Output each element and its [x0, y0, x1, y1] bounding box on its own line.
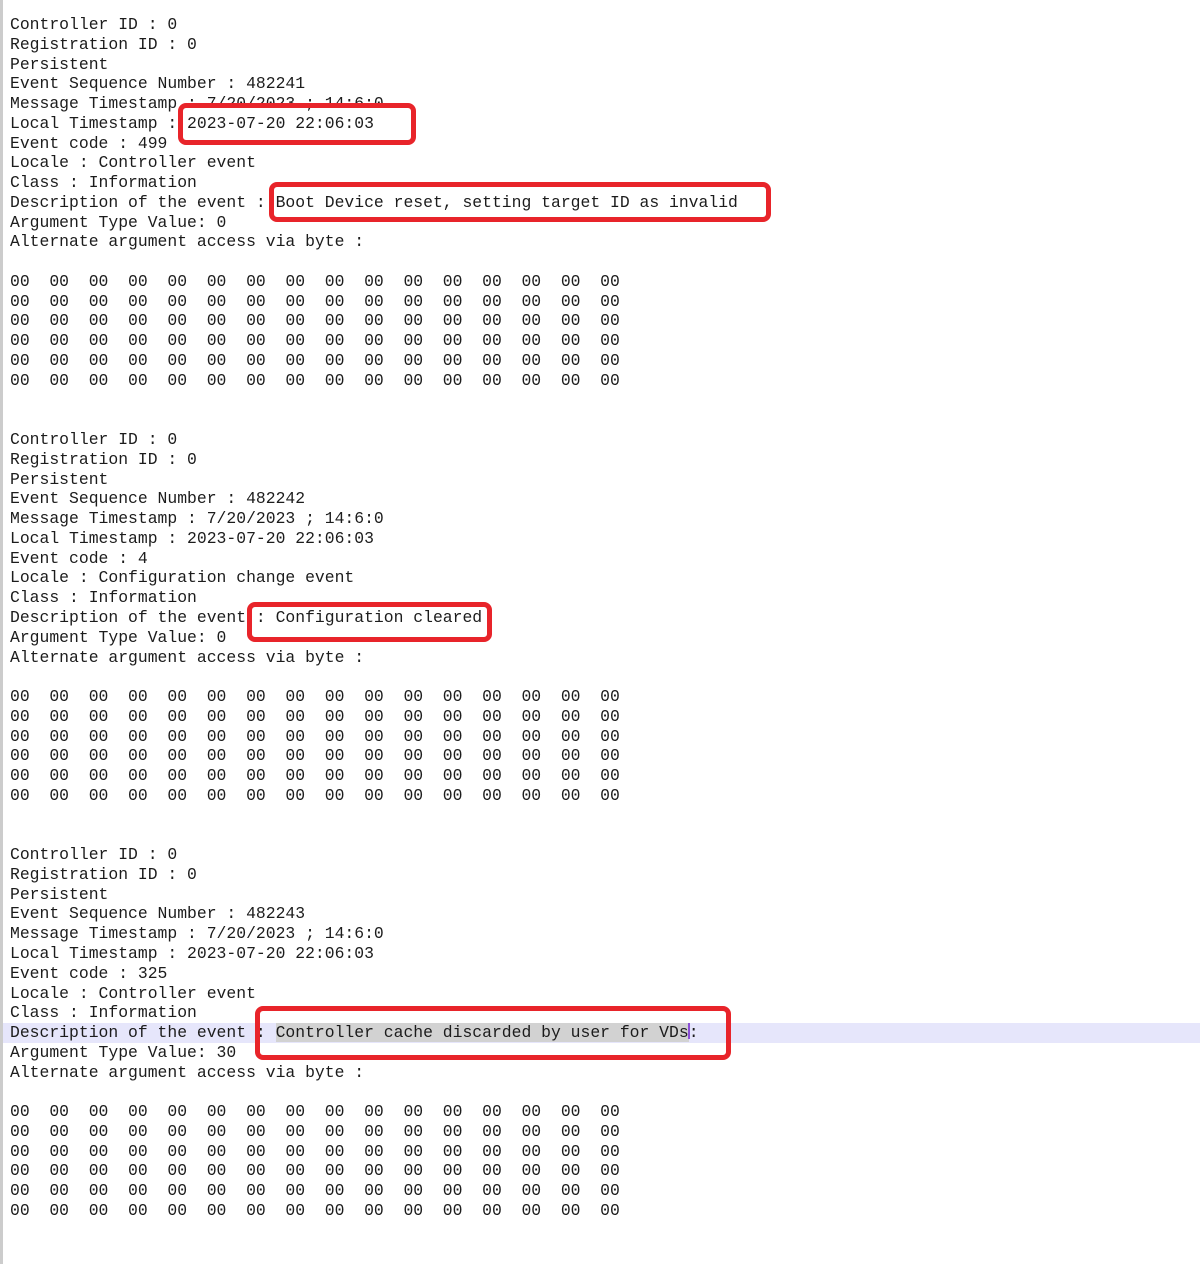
log-line: Argument Type Value: 0 — [3, 628, 1200, 648]
log-content: Controller ID : 0Registration ID : 0Pers… — [3, 15, 1200, 1260]
hex-row: 00 00 00 00 00 00 00 00 00 00 00 00 00 0… — [3, 292, 1200, 312]
log-line: Local Timestamp : 2023-07-20 22:06:03 — [3, 529, 1200, 549]
log-line: Class : Information — [3, 1003, 1200, 1023]
log-line: Registration ID : 0 — [3, 865, 1200, 885]
log-line: Persistent — [3, 470, 1200, 490]
hex-row: 00 00 00 00 00 00 00 00 00 00 00 00 00 0… — [3, 1181, 1200, 1201]
log-line: Controller ID : 0 — [3, 15, 1200, 35]
hex-row: 00 00 00 00 00 00 00 00 00 00 00 00 00 0… — [3, 1102, 1200, 1122]
log-line: Event code : 325 — [3, 964, 1200, 984]
hex-row: 00 00 00 00 00 00 00 00 00 00 00 00 00 0… — [3, 1161, 1200, 1181]
hex-row: 00 00 00 00 00 00 00 00 00 00 00 00 00 0… — [3, 331, 1200, 351]
blank-line — [3, 806, 1200, 826]
field-suffix: : — [689, 1023, 699, 1042]
hex-row: 00 00 00 00 00 00 00 00 00 00 00 00 00 0… — [3, 351, 1200, 371]
blank-line — [3, 1221, 1200, 1241]
selected-text[interactable]: Controller cache discarded by user for V… — [276, 1023, 689, 1042]
log-line: Message Timestamp : 7/20/2023 ; 14:6:0 — [3, 94, 1200, 114]
hex-row: 00 00 00 00 00 00 00 00 00 00 00 00 00 0… — [3, 272, 1200, 292]
log-line: Registration ID : 0 — [3, 450, 1200, 470]
log-line-highlighted: Description of the event : Controller ca… — [3, 1023, 1200, 1043]
blank-line — [3, 1240, 1200, 1260]
hex-row: 00 00 00 00 00 00 00 00 00 00 00 00 00 0… — [3, 727, 1200, 747]
log-line: Local Timestamp : 2023-07-20 22:06:03 — [3, 114, 1200, 134]
log-line: Event code : 4 — [3, 549, 1200, 569]
log-line: Class : Information — [3, 588, 1200, 608]
blank-line — [3, 391, 1200, 411]
hex-row: 00 00 00 00 00 00 00 00 00 00 00 00 00 0… — [3, 746, 1200, 766]
log-line: Argument Type Value: 30 — [3, 1043, 1200, 1063]
log-line: Event code : 499 — [3, 134, 1200, 154]
log-line: Alternate argument access via byte : — [3, 648, 1200, 668]
hex-row: 00 00 00 00 00 00 00 00 00 00 00 00 00 0… — [3, 786, 1200, 806]
log-line: Alternate argument access via byte : — [3, 1063, 1200, 1083]
blank-line — [3, 825, 1200, 845]
log-line: Persistent — [3, 55, 1200, 75]
hex-row: 00 00 00 00 00 00 00 00 00 00 00 00 00 0… — [3, 1142, 1200, 1162]
field-label: Description of the event : — [10, 1023, 276, 1042]
blank-line — [3, 1082, 1200, 1102]
hex-row: 00 00 00 00 00 00 00 00 00 00 00 00 00 0… — [3, 1201, 1200, 1221]
log-line: Class : Information — [3, 173, 1200, 193]
log-line: Description of the event : Boot Device r… — [3, 193, 1200, 213]
hex-row: 00 00 00 00 00 00 00 00 00 00 00 00 00 0… — [3, 1122, 1200, 1142]
log-line: Message Timestamp : 7/20/2023 ; 14:6:0 — [3, 924, 1200, 944]
log-line: Controller ID : 0 — [3, 845, 1200, 865]
hex-row: 00 00 00 00 00 00 00 00 00 00 00 00 00 0… — [3, 766, 1200, 786]
log-line: Event Sequence Number : 482241 — [3, 74, 1200, 94]
log-line: Persistent — [3, 885, 1200, 905]
blank-line — [3, 252, 1200, 272]
log-line: Argument Type Value: 0 — [3, 213, 1200, 233]
log-line: Event Sequence Number : 482242 — [3, 489, 1200, 509]
hex-row: 00 00 00 00 00 00 00 00 00 00 00 00 00 0… — [3, 371, 1200, 391]
log-line: Local Timestamp : 2023-07-20 22:06:03 — [3, 944, 1200, 964]
log-viewer-page: Controller ID : 0Registration ID : 0Pers… — [0, 0, 1200, 1264]
log-line: Description of the event : Configuration… — [3, 608, 1200, 628]
blank-line — [3, 410, 1200, 430]
log-line: Event Sequence Number : 482243 — [3, 904, 1200, 924]
hex-row: 00 00 00 00 00 00 00 00 00 00 00 00 00 0… — [3, 311, 1200, 331]
log-line: Controller ID : 0 — [3, 430, 1200, 450]
log-line: Locale : Configuration change event — [3, 568, 1200, 588]
log-line: Message Timestamp : 7/20/2023 ; 14:6:0 — [3, 509, 1200, 529]
log-line: Registration ID : 0 — [3, 35, 1200, 55]
log-line: Locale : Controller event — [3, 153, 1200, 173]
hex-row: 00 00 00 00 00 00 00 00 00 00 00 00 00 0… — [3, 707, 1200, 727]
log-line: Alternate argument access via byte : — [3, 232, 1200, 252]
blank-line — [3, 667, 1200, 687]
hex-row: 00 00 00 00 00 00 00 00 00 00 00 00 00 0… — [3, 687, 1200, 707]
log-line: Locale : Controller event — [3, 984, 1200, 1004]
